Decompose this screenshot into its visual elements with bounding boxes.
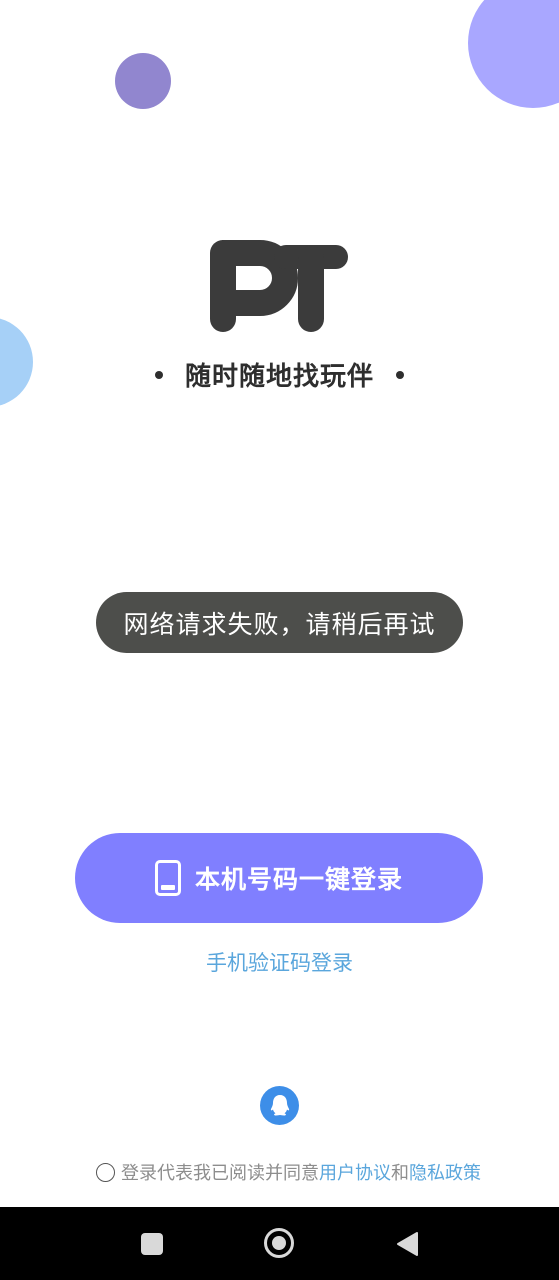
privacy-policy-link[interactable]: 隐私政策 bbox=[409, 1159, 481, 1185]
one-click-login-label: 本机号码一键登录 bbox=[194, 865, 403, 894]
sms-login-link[interactable]: 手机验证码登录 bbox=[0, 947, 559, 977]
phone-icon bbox=[154, 860, 181, 896]
qq-login-button[interactable] bbox=[260, 1086, 299, 1125]
pt-logo: PT bbox=[210, 240, 348, 332]
login-screen: PT 随时随地找玩伴 网络请求失败，请稍后再试 本机号码一键登录 手机验证码登录… bbox=[0, 0, 559, 1280]
tagline-dot-right bbox=[396, 370, 404, 379]
tagline: 随时随地找玩伴 bbox=[0, 356, 559, 393]
decor-circle-purple bbox=[115, 53, 171, 109]
qq-icon bbox=[270, 1094, 289, 1115]
agreement-checkbox[interactable] bbox=[96, 1162, 115, 1182]
back-triangle-icon[interactable] bbox=[395, 1231, 419, 1257]
system-nav-bar bbox=[0, 1207, 559, 1280]
error-toast: 网络请求失败，请稍后再试 bbox=[96, 592, 463, 653]
one-click-login-button[interactable]: 本机号码一键登录 bbox=[75, 833, 483, 923]
square-icon[interactable] bbox=[141, 1233, 163, 1255]
home-circle-icon[interactable] bbox=[264, 1228, 294, 1258]
user-agreement-link[interactable]: 用户协议 bbox=[319, 1159, 391, 1185]
agreement-and: 和 bbox=[391, 1163, 409, 1184]
agreement-prefix: 登录代表我已阅读并同意 bbox=[121, 1163, 319, 1184]
decor-circle-top-right bbox=[468, 0, 559, 108]
tagline-dot-left bbox=[154, 370, 163, 379]
toast-text: 网络请求失败，请稍后再试 bbox=[123, 609, 436, 639]
agreement-row: 登录代表我已阅读并同意 用户协议 和 隐私政策 bbox=[96, 1159, 481, 1185]
tagline-text: 随时随地找玩伴 bbox=[184, 362, 374, 392]
